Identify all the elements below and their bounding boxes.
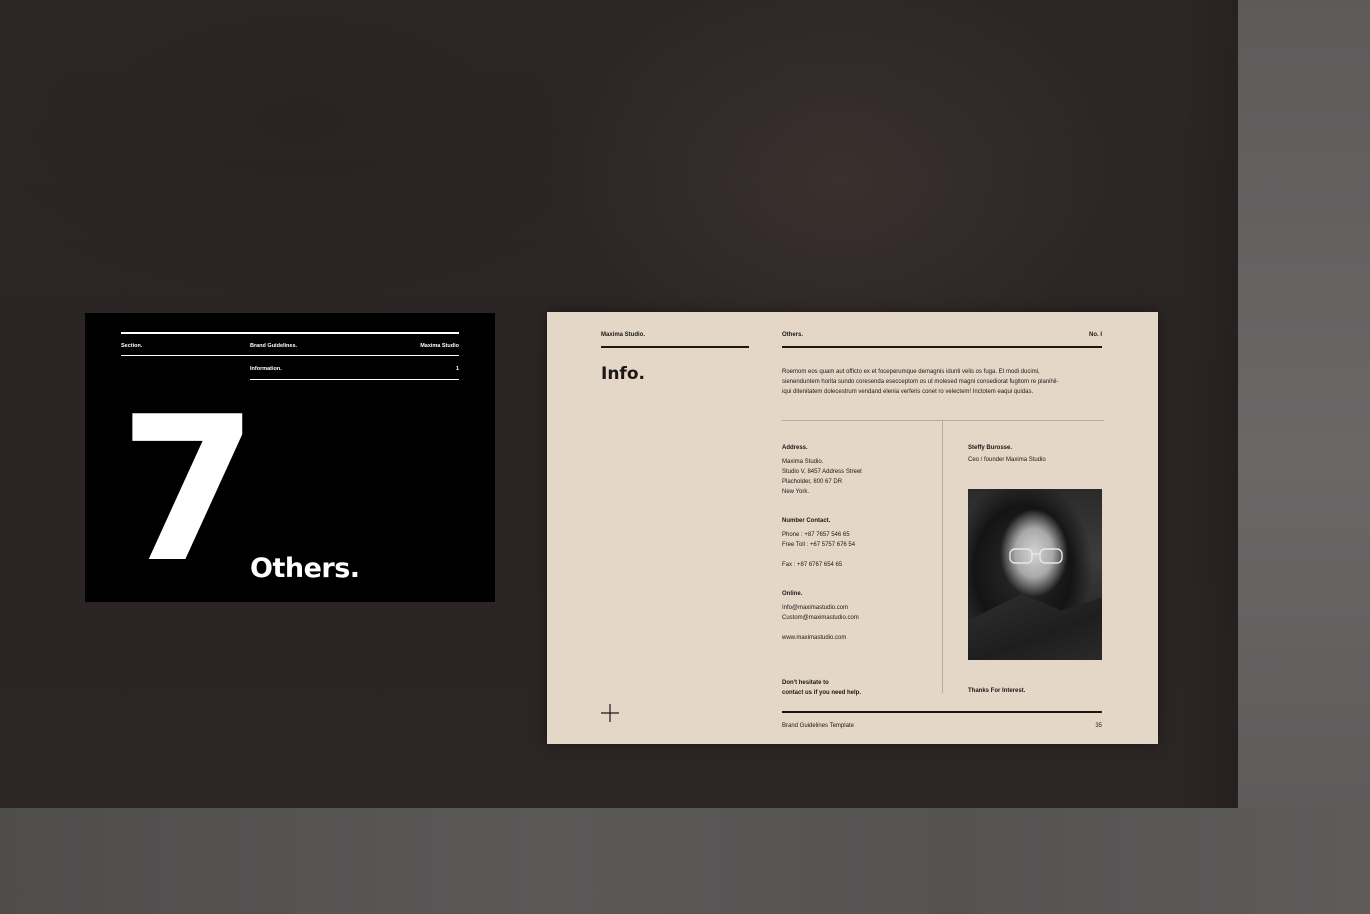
sub-rule [250,379,459,380]
person-role: Ceo / founder Maxima Studio [968,457,1046,463]
cta-line: Don't hesitate to [782,680,829,686]
section-label: Others. [782,332,804,338]
sub-number: 1 [455,366,459,372]
thanks-text: Thanks For Interest. [968,688,1026,694]
intro-line: Roemom eos quam aut officto ex et focepe… [782,369,1040,375]
address-line: Maxima Studio. [782,459,824,465]
backdrop-bottom-strip [0,808,1370,914]
backdrop-right-strip [1238,0,1370,914]
intro-line: iqui ditenitatem dolecestrum vendand ele… [782,389,1034,395]
coat-shape [968,594,1102,660]
mid-rule [121,355,459,356]
footer-page-number: 35 [1095,723,1102,729]
intro-line: sienenduntem horita sundo coresenda esec… [782,379,1059,385]
info-slide: Maxima Studio. Others. No. I Info. Roemo… [547,312,1158,744]
fax-text: Fax : +87 6767 654 65 [782,562,843,568]
address-block: Maxima Studio. Studio V, 8457 Address St… [782,457,862,497]
online-heading: Online. [782,591,803,597]
cta-text: Don't hesitate to contact us if you need… [782,678,861,698]
studio-label: Maxima Studio. [601,332,646,338]
glasses-shape [1009,548,1063,564]
intro-paragraph: Roemom eos quam aut officto ex et focepe… [782,367,1059,397]
content-divider [782,420,1104,421]
page-number-label: No. I [1089,332,1102,338]
address-line: New York. [782,489,810,495]
sub-label: Information. [250,366,282,372]
footer-rule [782,711,1102,713]
contact-heading: Number Contact. [782,518,831,524]
doc-label: Brand Guidelines. [250,343,298,349]
top-rule [121,332,459,334]
page-title: Info. [601,364,645,384]
section-label: Section. [121,343,143,349]
email-link[interactable]: Custom@maximastudio.com [782,613,859,623]
plus-icon [601,704,619,722]
section-title: Others. [250,553,360,584]
footer-title: Brand Guidelines Template [782,723,854,729]
website-link[interactable]: www.maximastudio.com [782,633,846,643]
portrait-photo [968,489,1102,660]
studio-label: Maxima Studio [420,343,459,349]
section-divider-slide: Section. Brand Guidelines. Maxima Studio… [85,313,495,602]
person-name: Steffy Burosse. [968,445,1013,451]
phone-text: Phone : +87 7657 546 65 [782,532,850,538]
address-line: Studio V, 8457 Address Street [782,469,862,475]
address-line: Placholder, 800 67 DR [782,479,843,485]
right-header-rule [782,346,1102,348]
section-number: 7 [119,374,258,607]
toll-text: Free Toll : +67 5757 676 54 [782,542,856,548]
left-header-rule [601,346,749,348]
address-heading: Address. [782,445,808,451]
email-link[interactable]: Info@maximastudio.com [782,603,848,613]
column-divider [942,421,943,693]
cta-line: contact us if you need help. [782,690,862,696]
